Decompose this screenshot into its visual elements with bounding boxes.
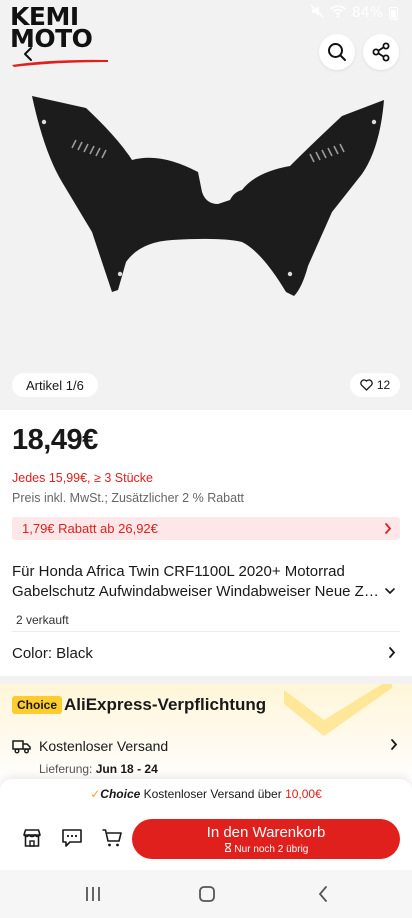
add-to-cart-label: In den Warenkorb [206, 824, 326, 841]
check-icon: ✓ [90, 787, 101, 801]
status-bar: 84% [310, 4, 398, 22]
bulk-price: Jedes 15,99€, ≥ 3 Stücke [12, 471, 153, 485]
battery-icon [389, 6, 398, 20]
home-icon [199, 886, 215, 902]
back-icon [24, 47, 32, 61]
coupon-banner[interactable]: 1,79€ Rabatt ab 26,92€ [12, 517, 400, 540]
mute-icon [310, 4, 324, 22]
truck-icon [12, 739, 31, 753]
recent-apps-icon [86, 887, 100, 901]
home-button[interactable] [196, 884, 218, 904]
search-button[interactable] [319, 34, 355, 70]
divider [12, 631, 400, 632]
battery-text: 84% [351, 5, 383, 21]
shipping-text: Kostenloser Versand [39, 738, 169, 754]
choice-commitment-section[interactable]: Choice AliExpress-Verpflichtung Kostenlo… [0, 684, 412, 784]
wifi-icon [330, 4, 346, 22]
store-button[interactable] [18, 824, 46, 852]
recent-apps-button[interactable] [82, 884, 104, 904]
promo-text: Kostenloser Versand über [140, 787, 286, 801]
section-separator [0, 676, 412, 684]
back-nav-icon [319, 886, 327, 902]
chevron-right-icon [389, 647, 396, 658]
chevron-right-icon [385, 523, 392, 534]
check-decoration-icon [284, 684, 392, 736]
heart-icon [360, 379, 373, 391]
share-icon [372, 42, 390, 62]
coupon-text: 1,79€ Rabatt ab 26,92€ [22, 521, 158, 536]
free-shipping-row[interactable]: Kostenloser Versand [12, 736, 400, 756]
promo-threshold: 10,00€ [285, 787, 322, 801]
share-button[interactable] [363, 34, 399, 70]
back-nav-button[interactable] [312, 884, 334, 904]
delivery-dates: Jun 18 - 24 [95, 762, 158, 776]
product-title[interactable]: Für Honda Africa Twin CRF1100L 2020+ Mot… [12, 562, 388, 602]
delivery-label: Lieferung: [39, 762, 96, 776]
back-button[interactable] [14, 40, 42, 68]
choice-badge: Choice [12, 696, 63, 714]
stock-note-text: Nur noch 2 übrig [234, 844, 309, 855]
chat-button[interactable] [58, 824, 86, 852]
wishlist-button[interactable]: 12 [350, 373, 400, 397]
cart-icon [102, 829, 122, 847]
chat-icon [62, 829, 82, 847]
product-image [32, 96, 384, 296]
wishlist-count: 12 [376, 378, 391, 392]
tax-note: Preis inkl. MwSt.; Zusätzlicher 2 % Raba… [12, 491, 245, 505]
promo-choice-label: Choice [100, 787, 141, 801]
store-icon [23, 829, 41, 847]
chevron-right-icon [391, 739, 398, 750]
product-gallery[interactable]: 84% KEMI MOTO Artikel 1/6 12 [0, 0, 412, 410]
product-title-line1: Für Honda Africa Twin CRF1100L 2020+ Mot… [12, 563, 345, 580]
chevron-down-icon[interactable] [384, 585, 396, 597]
choice-shipping-promo: ✓Choice Kostenloser Versand über 10,00€ [0, 787, 412, 801]
product-title-line2: Gabelschutz Aufwindabweiser Windabweiser… [12, 583, 384, 600]
stock-note: Nur noch 2 übrig [132, 843, 400, 855]
delivery-estimate: Lieferung: Jun 18 - 24 [39, 762, 158, 776]
add-to-cart-button[interactable]: In den Warenkorb Nur noch 2 übrig [132, 819, 400, 859]
choice-title: AliExpress-Verpflichtung [64, 695, 267, 714]
hourglass-icon [224, 843, 231, 852]
system-nav-bar [0, 870, 412, 918]
article-counter: Artikel 1/6 [12, 373, 98, 397]
color-label: Color: Black [12, 644, 93, 662]
bottom-action-bar: ✓Choice Kostenloser Versand über 10,00€ … [0, 779, 412, 870]
search-icon [328, 43, 346, 61]
cart-button[interactable] [98, 824, 126, 852]
color-selector[interactable]: Color: Black [12, 641, 400, 665]
product-page: 84% KEMI MOTO Artikel 1/6 12 18,49€ Jede… [0, 0, 412, 918]
sold-count: 2 verkauft [16, 613, 69, 627]
product-price: 18,49€ [12, 424, 98, 456]
